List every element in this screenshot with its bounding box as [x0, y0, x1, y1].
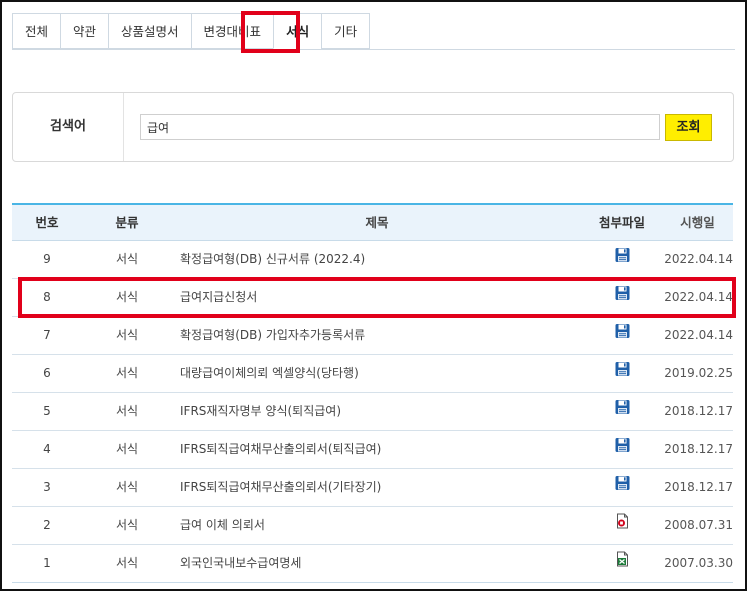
row-category: 서식: [115, 442, 139, 456]
header-attachment: 첨부파일: [598, 214, 645, 230]
row-category: 서식: [115, 518, 139, 532]
save-icon[interactable]: [614, 469, 631, 506]
table-body: 9 서식 확정급여형(DB) 신규서류 (2022.4) 2022.04.14 8 서식 급…: [12, 241, 733, 583]
save-icon[interactable]: [614, 393, 631, 430]
tab-5[interactable]: 기타: [321, 13, 371, 49]
save-icon[interactable]: [614, 279, 631, 316]
document-file-icon[interactable]: [614, 507, 631, 544]
row-date: 2018.12.17: [664, 480, 733, 494]
tab-3[interactable]: 변경대비표: [190, 13, 274, 49]
row-attachment[interactable]: [582, 317, 662, 354]
row-category: 서식: [115, 328, 139, 342]
row-title-link[interactable]: 확정급여형(DB) 신규서류 (2022.4): [172, 241, 582, 278]
table-row: 1 서식 외국인국내보수급여명세 2007.03.30: [12, 545, 733, 583]
table-header: 번호 분류 제목 첨부파일 시행일: [12, 203, 733, 241]
row-category: 서식: [115, 252, 139, 266]
row-title-link[interactable]: 대량급여이체의뢰 엑셀양식(당타행): [172, 355, 582, 392]
row-title-link[interactable]: 급여 이체 의뢰서: [172, 507, 582, 544]
save-icon[interactable]: [614, 355, 631, 392]
row-attachment[interactable]: [582, 279, 662, 316]
excel-file-icon[interactable]: [614, 545, 631, 582]
row-category: 서식: [115, 404, 139, 418]
row-no: 3: [43, 480, 51, 494]
row-no: 8: [43, 290, 51, 304]
row-attachment[interactable]: [582, 241, 662, 278]
row-no: 6: [43, 366, 51, 380]
table-row: 2 서식 급여 이체 의뢰서 2008.07.31: [12, 507, 733, 545]
row-category: 서식: [115, 480, 139, 494]
tab-1[interactable]: 약관: [60, 13, 109, 49]
table-row: 4 서식 IFRS퇴직급여채무산출의뢰서(퇴직급여) 2018.12.17: [12, 431, 733, 469]
window-frame: 전체약관상품설명서변경대비표서식기타 검색어 조회 번호 분류 제목 첨부파일 …: [0, 0, 747, 591]
table-row: 8 서식 급여지급신청서 2022.04.14: [12, 279, 733, 317]
table-row: 9 서식 확정급여형(DB) 신규서류 (2022.4) 2022.04.14: [12, 241, 733, 279]
header-no: 번호: [35, 215, 59, 230]
header-date: 시행일: [680, 215, 715, 230]
header-category: 분류: [115, 215, 139, 230]
row-attachment[interactable]: [582, 545, 662, 582]
table-row: 5 서식 IFRS재직자명부 양식(퇴직급여) 2018.12.17: [12, 393, 733, 431]
search-button[interactable]: 조회: [665, 114, 712, 141]
row-date: 2022.04.14: [664, 328, 733, 342]
save-icon[interactable]: [614, 317, 631, 354]
tab-4[interactable]: 서식: [273, 13, 322, 49]
search-input[interactable]: [140, 114, 660, 140]
table-row: 3 서식 IFRS퇴직급여채무산출의뢰서(기타장기) 2018.12.17: [12, 469, 733, 507]
row-title-link[interactable]: IFRS재직자명부 양식(퇴직급여): [172, 393, 582, 430]
row-date: 2019.02.25: [664, 366, 733, 380]
row-attachment[interactable]: [582, 431, 662, 468]
row-title-link[interactable]: IFRS퇴직급여채무산출의뢰서(기타장기): [172, 469, 582, 506]
row-date: 2018.12.17: [664, 404, 733, 418]
tab-divider: [12, 49, 735, 50]
row-no: 2: [43, 518, 51, 532]
row-no: 9: [43, 252, 51, 266]
save-icon[interactable]: [614, 431, 631, 468]
save-icon[interactable]: [614, 241, 631, 278]
header-title: 제목: [365, 215, 389, 230]
row-no: 5: [43, 404, 51, 418]
forms-table: 번호 분류 제목 첨부파일 시행일 9 서식 확정급여형(DB) 신규서류 (202…: [12, 203, 733, 583]
row-category: 서식: [115, 290, 139, 304]
row-attachment[interactable]: [582, 393, 662, 430]
row-date: 2007.03.30: [664, 556, 733, 570]
row-title-link[interactable]: 급여지급신청서: [172, 279, 582, 316]
row-attachment[interactable]: [582, 355, 662, 392]
row-attachment[interactable]: [582, 469, 662, 506]
row-title-link[interactable]: IFRS퇴직급여채무산출의뢰서(퇴직급여): [172, 431, 582, 468]
tab-bar: 전체 약관 상품설명서 변경대비표 서식 기타: [12, 13, 371, 50]
table-row: 6 서식 대량급여이체의뢰 엑셀양식(당타행) 2019.02.25: [12, 355, 733, 393]
search-label: 검색어: [13, 93, 124, 161]
row-date: 2018.12.17: [664, 442, 733, 456]
row-no: 1: [43, 556, 51, 570]
row-no: 4: [43, 442, 51, 456]
search-panel: 검색어 조회: [12, 92, 734, 162]
row-date: 2022.04.14: [664, 290, 733, 304]
tab-2[interactable]: 상품설명서: [108, 13, 191, 49]
tab-0[interactable]: 전체: [12, 13, 61, 49]
row-attachment[interactable]: [582, 507, 662, 544]
row-date: 2008.07.31: [664, 518, 733, 532]
row-no: 7: [43, 328, 51, 342]
row-title-link[interactable]: 외국인국내보수급여명세: [172, 545, 582, 582]
table-row: 7 서식 확정급여형(DB) 가입자추가등록서류 2022.04.14: [12, 317, 733, 355]
row-category: 서식: [115, 556, 139, 570]
row-title-link[interactable]: 확정급여형(DB) 가입자추가등록서류: [172, 317, 582, 354]
row-date: 2022.04.14: [664, 252, 733, 266]
row-category: 서식: [115, 366, 139, 380]
